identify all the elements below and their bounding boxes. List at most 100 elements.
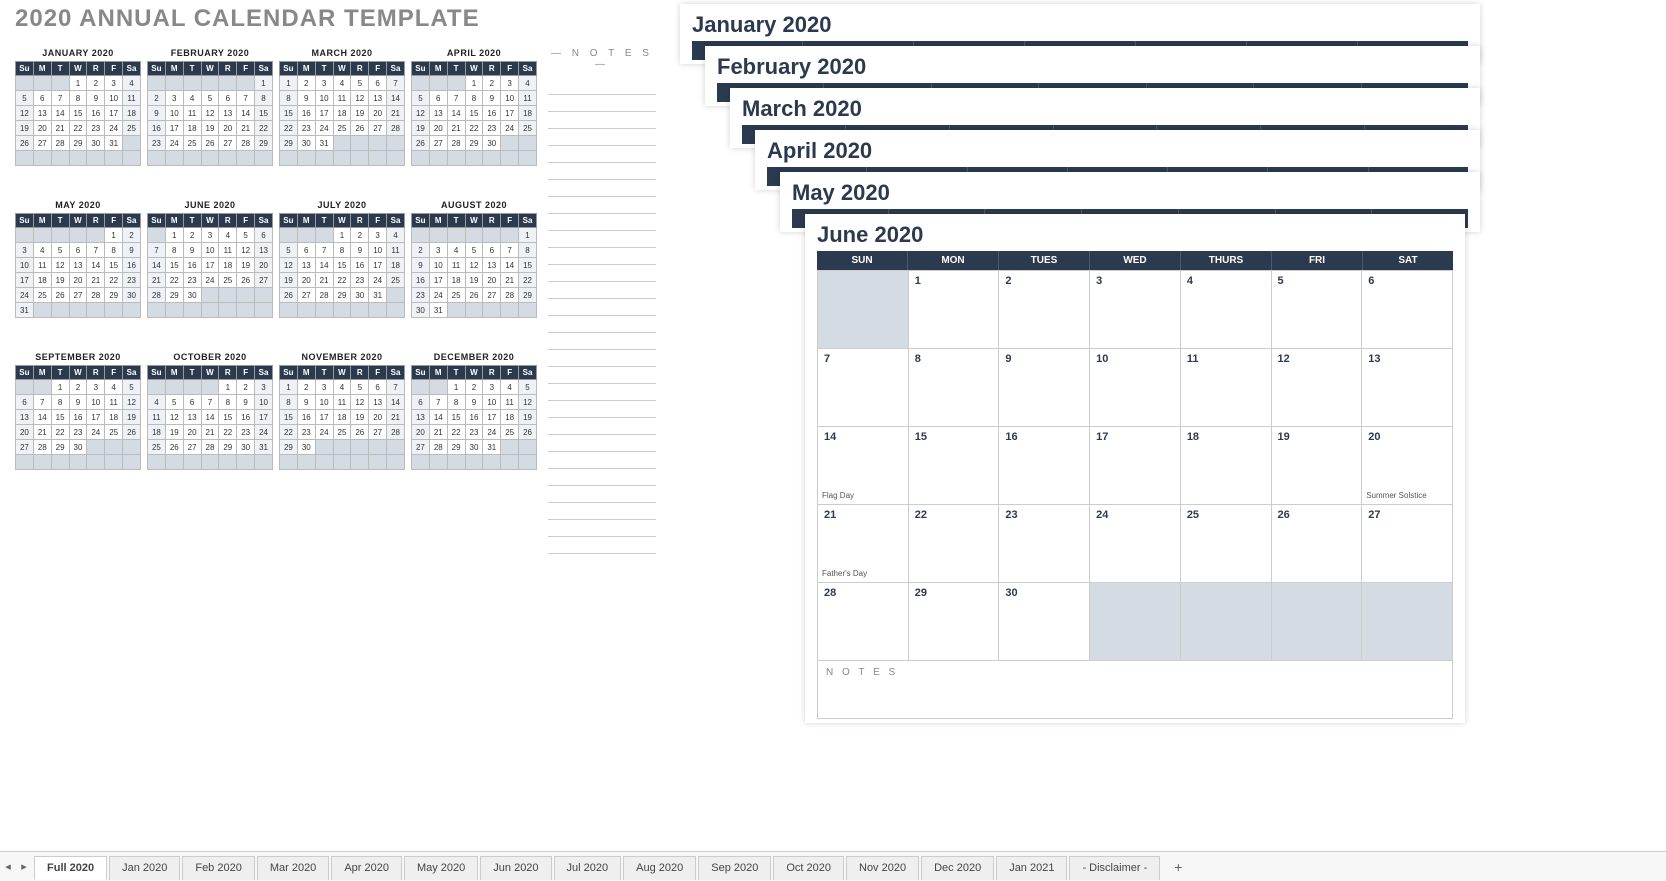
sheet-tab[interactable]: Aug 2020 [623,856,696,880]
mini-day-cell: 3 [483,380,501,395]
page-title: 2020 ANNUAL CALENDAR TEMPLATE [15,5,480,33]
day-cell[interactable]: 10 [1090,349,1181,427]
sheet-tab[interactable]: Jan 2020 [109,856,180,880]
mini-day-cell: 24 [369,273,387,288]
mini-day-cell: 23 [351,273,369,288]
mini-dow-header: F [105,214,123,228]
event-label: Flag Day [822,491,854,500]
mini-day-cell: 25 [105,425,123,440]
day-cell[interactable] [1362,583,1453,661]
day-cell[interactable] [818,271,909,349]
tab-prev-icon[interactable]: ◂ [0,856,16,878]
mini-day-cell [165,380,183,395]
day-cell[interactable]: 20Summer Solstice [1362,427,1453,505]
mini-day-cell: 2 [412,243,430,258]
day-cell[interactable]: 9 [999,349,1090,427]
mini-day-cell: 21 [447,121,465,136]
day-cell[interactable]: 26 [1271,505,1362,583]
day-cell[interactable]: 1 [908,271,999,349]
day-cell[interactable]: 4 [1180,271,1271,349]
mini-day-cell [501,455,519,470]
mini-day-cell: 10 [315,91,333,106]
day-cell[interactable]: 7 [818,349,909,427]
sheet-tab[interactable]: May 2020 [404,856,478,880]
mini-day-cell [333,440,351,455]
mini-dow-header: Sa [387,214,405,228]
month-notes-area[interactable]: N O T E S [817,661,1453,719]
sheet-tab[interactable]: Mar 2020 [257,856,329,880]
mini-day-cell: 30 [69,440,87,455]
mini-day-cell [148,380,166,395]
day-cell[interactable]: 6 [1362,271,1453,349]
day-cell[interactable]: 12 [1271,349,1362,427]
tab-next-icon[interactable]: ▸ [16,856,32,878]
mini-dow-header: M [165,366,183,380]
mini-day-cell: 20 [255,258,273,273]
sheet-tab[interactable]: Nov 2020 [846,856,919,880]
day-cell[interactable]: 21Father's Day [818,505,909,583]
day-cell[interactable]: 23 [999,505,1090,583]
sheet-tab[interactable]: Sep 2020 [698,856,771,880]
mini-day-cell: 9 [297,91,315,106]
day-cell[interactable]: 24 [1090,505,1181,583]
mini-day-cell: 22 [51,425,69,440]
notes-line [548,384,656,401]
day-cell[interactable]: 3 [1090,271,1181,349]
mini-day-cell [351,440,369,455]
sheet-tab[interactable]: - Disclaimer - [1069,856,1160,880]
mini-day-cell: 22 [280,425,298,440]
mini-day-cell [351,455,369,470]
dow-header: SUN [817,251,908,270]
day-cell[interactable] [1180,583,1271,661]
day-cell[interactable]: 22 [908,505,999,583]
mini-dow-header: Su [16,62,34,76]
add-sheet-button[interactable]: + [1166,856,1190,878]
sheet-tab[interactable]: Oct 2020 [773,856,844,880]
month-card-title: April 2020 [767,138,1468,164]
mini-day-cell [165,76,183,91]
sheet-tab[interactable]: Jun 2020 [480,856,551,880]
day-cell[interactable]: 18 [1180,427,1271,505]
mini-dow-header: T [447,62,465,76]
day-cell[interactable] [1090,583,1181,661]
day-cell[interactable]: 30 [999,583,1090,661]
day-cell[interactable]: 19 [1271,427,1362,505]
day-cell[interactable]: 17 [1090,427,1181,505]
mini-day-cell: 15 [69,106,87,121]
day-cell[interactable]: 5 [1271,271,1362,349]
day-cell[interactable]: 25 [1180,505,1271,583]
day-cell[interactable]: 13 [1362,349,1453,427]
mini-day-cell [87,455,105,470]
mini-dow-header: Su [148,366,166,380]
day-cell[interactable]: 28 [818,583,909,661]
mini-day-cell: 23 [465,425,483,440]
mini-dow-header: R [219,62,237,76]
day-cell[interactable] [1271,583,1362,661]
mini-day-cell: 5 [16,91,34,106]
mini-day-cell: 28 [148,288,166,303]
day-cell[interactable]: 29 [908,583,999,661]
mini-day-cell: 11 [519,91,537,106]
day-cell[interactable]: 8 [908,349,999,427]
mini-day-cell: 10 [255,395,273,410]
day-cell[interactable]: 14Flag Day [818,427,909,505]
day-cell[interactable]: 16 [999,427,1090,505]
day-cell[interactable]: 2 [999,271,1090,349]
mini-day-cell: 20 [369,410,387,425]
sheet-tab[interactable]: Apr 2020 [331,856,402,880]
sheet-tab[interactable]: Jan 2021 [996,856,1067,880]
sheet-tab[interactable]: Feb 2020 [182,856,254,880]
mini-day-cell: 13 [33,106,51,121]
mini-day-cell: 19 [16,121,34,136]
sheet-tab[interactable]: Dec 2020 [921,856,994,880]
mini-day-cell: 26 [280,288,298,303]
sheet-tab[interactable]: Full 2020 [34,856,107,880]
day-cell[interactable]: 11 [1180,349,1271,427]
mini-day-cell: 19 [465,273,483,288]
sheet-tab[interactable]: Jul 2020 [554,856,622,880]
notes-line [548,350,656,367]
mini-day-cell: 16 [465,410,483,425]
mini-day-cell [369,455,387,470]
day-cell[interactable]: 15 [908,427,999,505]
day-cell[interactable]: 27 [1362,505,1453,583]
